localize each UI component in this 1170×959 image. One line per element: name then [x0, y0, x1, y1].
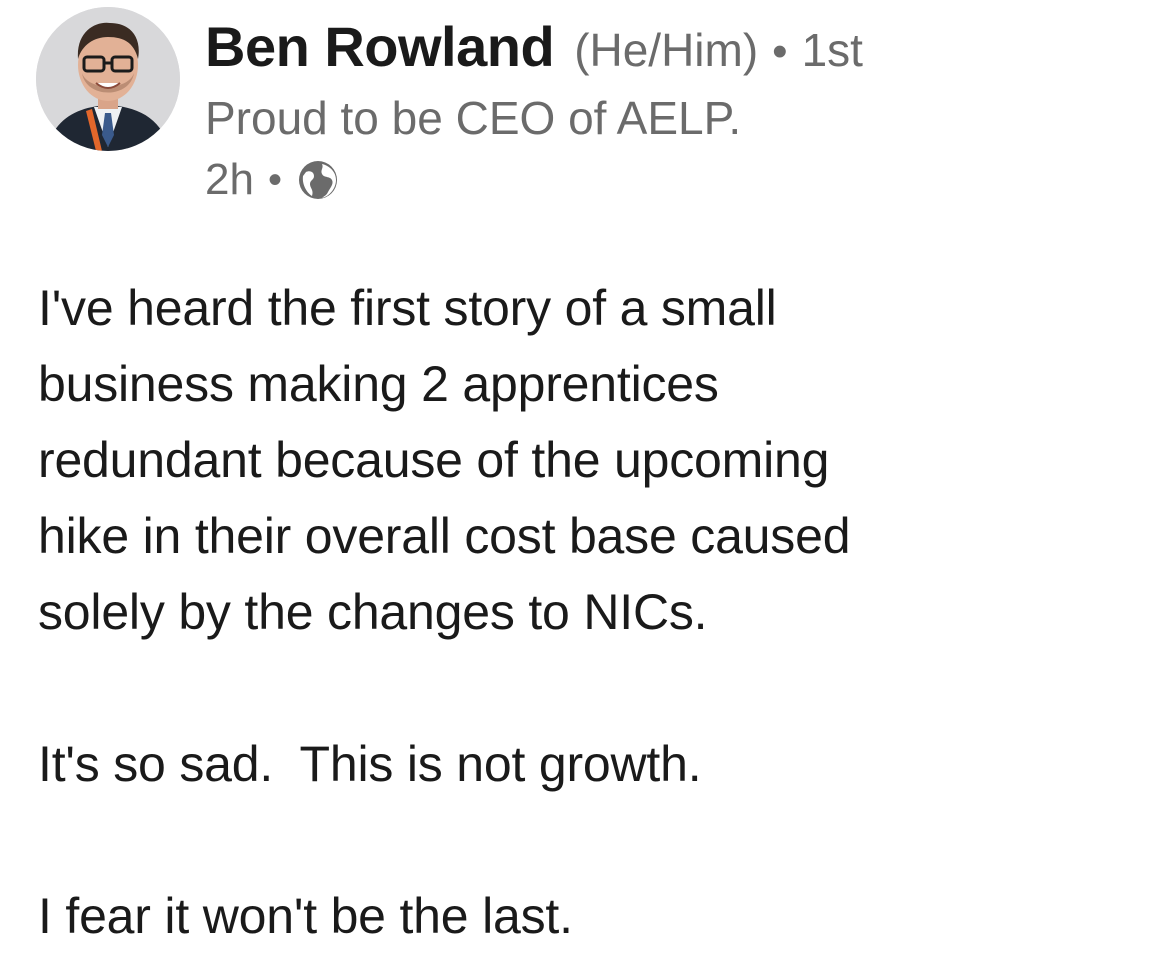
globe-icon — [296, 158, 340, 202]
author-pronouns: (He/Him) — [574, 24, 759, 76]
author-avatar[interactable] — [36, 7, 180, 151]
author-headline: Proud to be CEO of AELP. — [205, 92, 742, 144]
post-time: 2h — [205, 155, 254, 204]
feed-post: Ben Rowland (He/Him) • 1st Proud to be C… — [0, 0, 1170, 959]
connection-degree: 1st — [801, 24, 863, 76]
separator-dot: • — [267, 157, 282, 202]
post-paragraph: I've heard the first story of a small bu… — [38, 280, 851, 640]
author-name[interactable]: Ben Rowland — [205, 14, 555, 79]
post-paragraph: It's so sad. This is not growth. — [38, 736, 702, 792]
author-line: Ben Rowland (He/Him) • 1st — [205, 14, 1150, 84]
post-meta: 2h • — [205, 150, 1150, 210]
separator-dot: • — [772, 27, 788, 76]
profile-photo — [36, 7, 180, 151]
post-body: I've heard the first story of a small bu… — [38, 270, 1150, 954]
post-paragraph: I fear it won't be the last. — [38, 888, 573, 944]
post-header: Ben Rowland (He/Him) • 1st Proud to be C… — [205, 14, 1150, 210]
